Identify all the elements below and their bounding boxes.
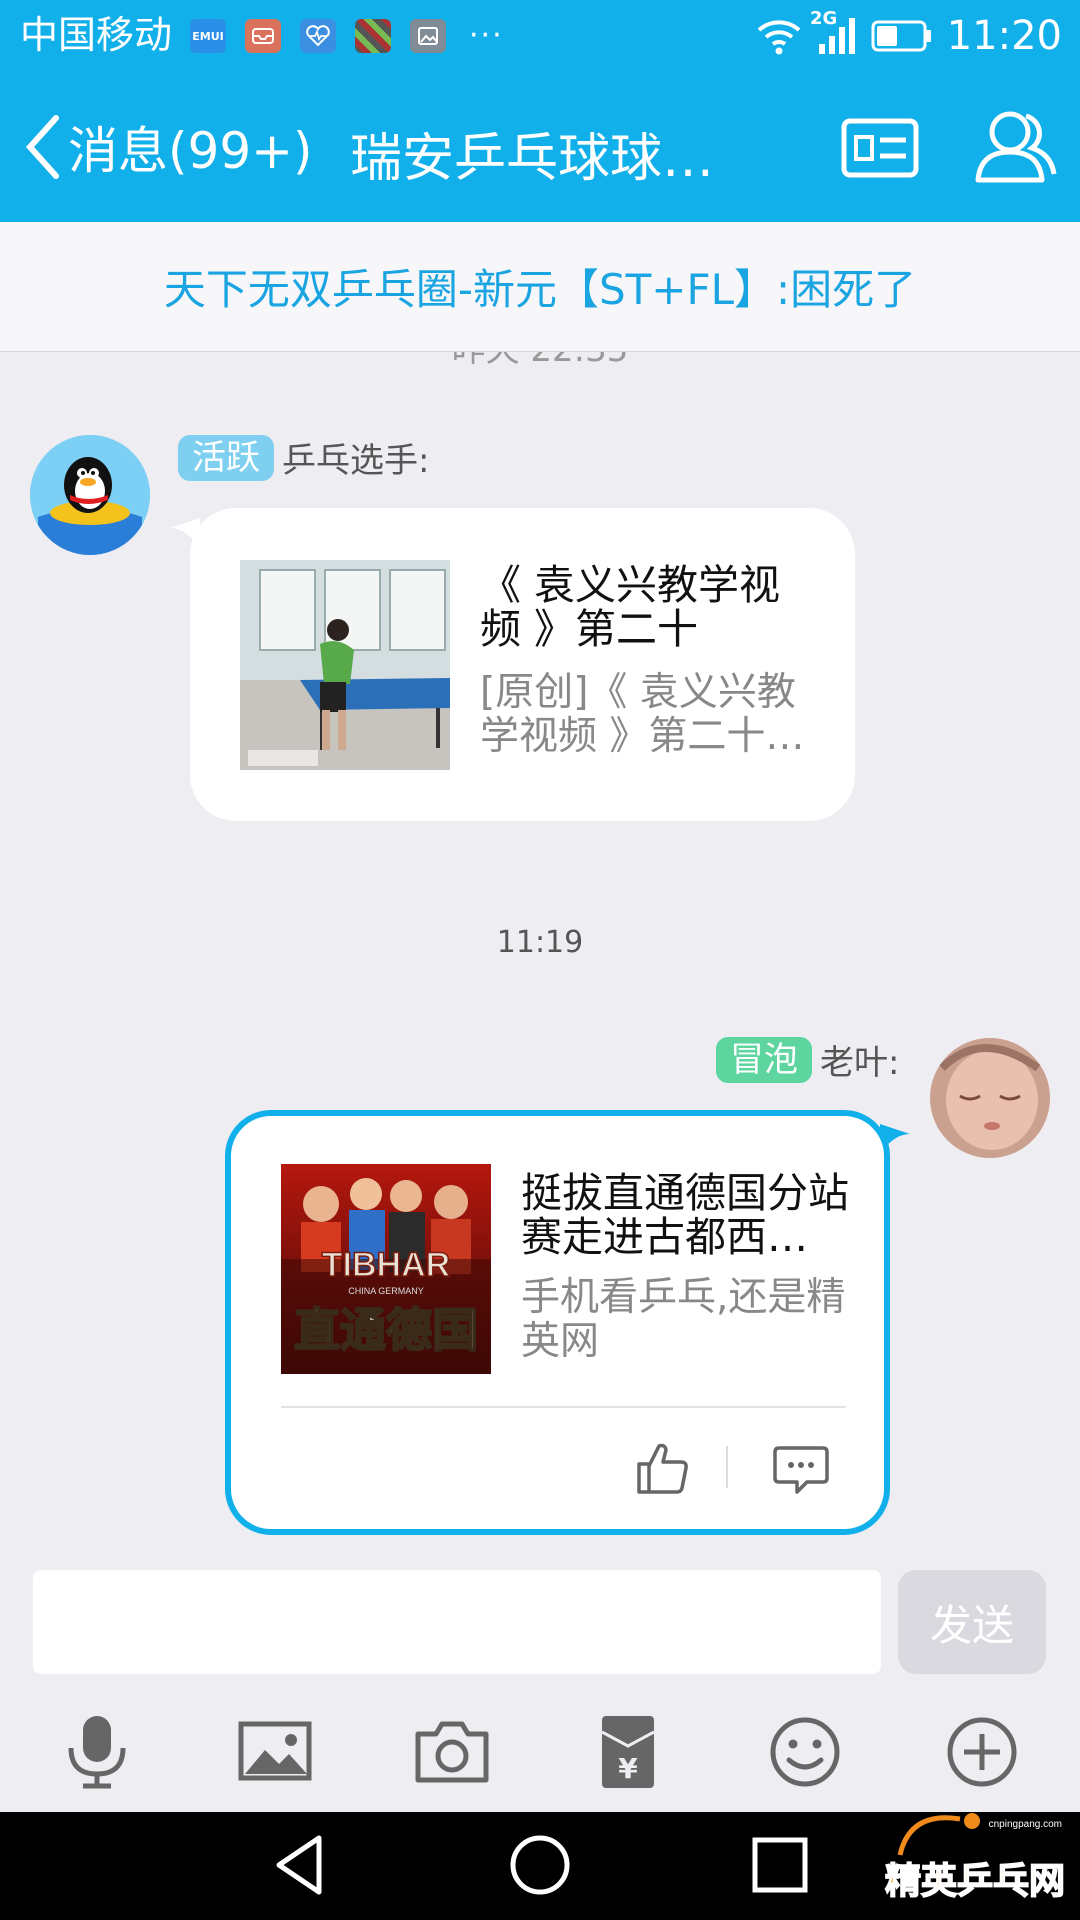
group-members-button[interactable]: [970, 102, 1060, 192]
title-bar: 消息(99+) 瑞安乒乓球球…: [0, 72, 1080, 222]
wifi-icon: [757, 20, 801, 55]
microphone-icon: [68, 1716, 126, 1789]
thumbs-up-icon: [637, 1443, 688, 1494]
table-tennis-thumbnail-image: [240, 560, 450, 770]
thumb-caption: 直通德国: [294, 1303, 478, 1357]
picture-icon: [238, 1721, 312, 1781]
battery-icon: [871, 20, 931, 52]
tibhar-thumbnail-image: TIBHAR CHINA GERMANY 直通德国: [281, 1164, 491, 1374]
penguin-avatar-icon: [30, 435, 150, 555]
send-button-label: 发送: [929, 1600, 1014, 1650]
notification-icons: EMUI ···: [190, 18, 504, 54]
member-level-badge: 冒泡: [716, 1036, 812, 1083]
shared-link-card[interactable]: TIBHAR CHINA GERMANY 直通德国 挺拔直通德国分站赛走进古都西…: [225, 1110, 890, 1535]
voice-button[interactable]: [57, 1712, 137, 1792]
carrier-name: 中国移动: [20, 13, 173, 57]
health-icon: [300, 19, 336, 53]
action-divider: [726, 1446, 728, 1488]
status-bar: 中国移动 EMUI ··· 2G 11:20: [0, 0, 1080, 72]
sender-line: 活跃 乒乓选手:: [178, 433, 429, 482]
emoji-button[interactable]: [765, 1712, 845, 1792]
nav-recents-button[interactable]: [745, 1830, 815, 1900]
id-card-icon: [841, 118, 919, 178]
chat-title: 瑞安乒乓球球…: [350, 129, 715, 189]
pinned-message[interactable]: 天下无双乒乓圈-新元【ST+FL】:困死了: [0, 222, 1080, 352]
baby-avatar-icon: [930, 1038, 1050, 1158]
video-thumbnail: [240, 560, 450, 770]
nav-back-button[interactable]: [265, 1830, 335, 1900]
photo-button[interactable]: [235, 1712, 315, 1792]
status-right: 11:20: [755, 8, 1062, 64]
members-icon: [975, 111, 1057, 183]
card-title: 《 袁义兴教学视频 》第二十: [480, 561, 781, 653]
watermark-url: cnpingpang.com: [989, 1819, 1062, 1830]
image-icon: [410, 19, 446, 53]
article-thumbnail: TIBHAR CHINA GERMANY 直通德国: [281, 1164, 491, 1374]
more-notifications: ···: [469, 18, 504, 53]
back-label: 消息(99+): [68, 122, 313, 180]
gallery-thumbnail-icon: [355, 19, 391, 53]
clock: 11:20: [946, 13, 1062, 59]
svg-text:¥: ¥: [618, 1752, 638, 1785]
emoji-icon: [770, 1717, 840, 1787]
group-profile-button[interactable]: [840, 117, 920, 179]
like-button[interactable]: [633, 1438, 693, 1498]
avatar[interactable]: [30, 435, 150, 555]
comment-icon: [773, 1446, 829, 1494]
nav-home-button[interactable]: [505, 1830, 575, 1900]
shared-link-card[interactable]: 《 袁义兴教学视频 》第二十 [原创]《 袁义兴教学视频 》第二十…: [190, 508, 855, 821]
email-icon: [245, 19, 281, 53]
back-button[interactable]: 消息(99+): [22, 102, 313, 192]
app-notification-icon: EMUI: [190, 19, 226, 53]
thumb-brand: TIBHAR: [322, 1246, 450, 1284]
sender-line: 冒泡 老叶:: [716, 1035, 899, 1084]
input-toolbar: ¥: [0, 1690, 1080, 1812]
pinned-message-text: 天下无双乒乓圈-新元【ST+FL】:困死了: [163, 265, 917, 314]
member-level-badge: 活跃: [178, 434, 274, 481]
sender-name[interactable]: 乒乓选手:: [282, 433, 429, 482]
chevron-left-icon: [25, 115, 59, 179]
message-input[interactable]: [33, 1570, 881, 1674]
watermark-text: 精英乒乓网: [885, 1861, 1065, 1902]
plus-icon: [947, 1717, 1017, 1787]
more-functions-button[interactable]: [942, 1712, 1022, 1792]
card-title: 挺拔直通德国分站赛走进古都西…: [521, 1169, 849, 1261]
sender-name[interactable]: 老叶:: [820, 1035, 899, 1084]
camera-icon: [415, 1721, 489, 1783]
watermark-logo: cnpingpang.com 精英乒乓网: [884, 1813, 1066, 1903]
red-packet-button[interactable]: ¥: [588, 1712, 668, 1792]
avatar[interactable]: [930, 1038, 1050, 1158]
red-packet-icon: ¥: [601, 1716, 655, 1788]
card-divider: [281, 1406, 846, 1408]
thumb-subtitle: CHINA GERMANY: [348, 1286, 424, 1296]
camera-button[interactable]: [412, 1712, 492, 1792]
square-recents-icon: [752, 1837, 808, 1893]
card-description: [原创]《 袁义兴教学视频 》第二十…: [480, 670, 805, 759]
send-button[interactable]: 发送: [898, 1570, 1046, 1674]
comment-button[interactable]: [771, 1438, 831, 1498]
time-separator: 11:19: [496, 925, 584, 960]
triangle-back-icon: [276, 1835, 322, 1895]
card-description: 手机看乒乓,还是精英网: [521, 1275, 846, 1364]
circle-home-icon: [510, 1835, 570, 1895]
signal-icon: [818, 18, 855, 54]
